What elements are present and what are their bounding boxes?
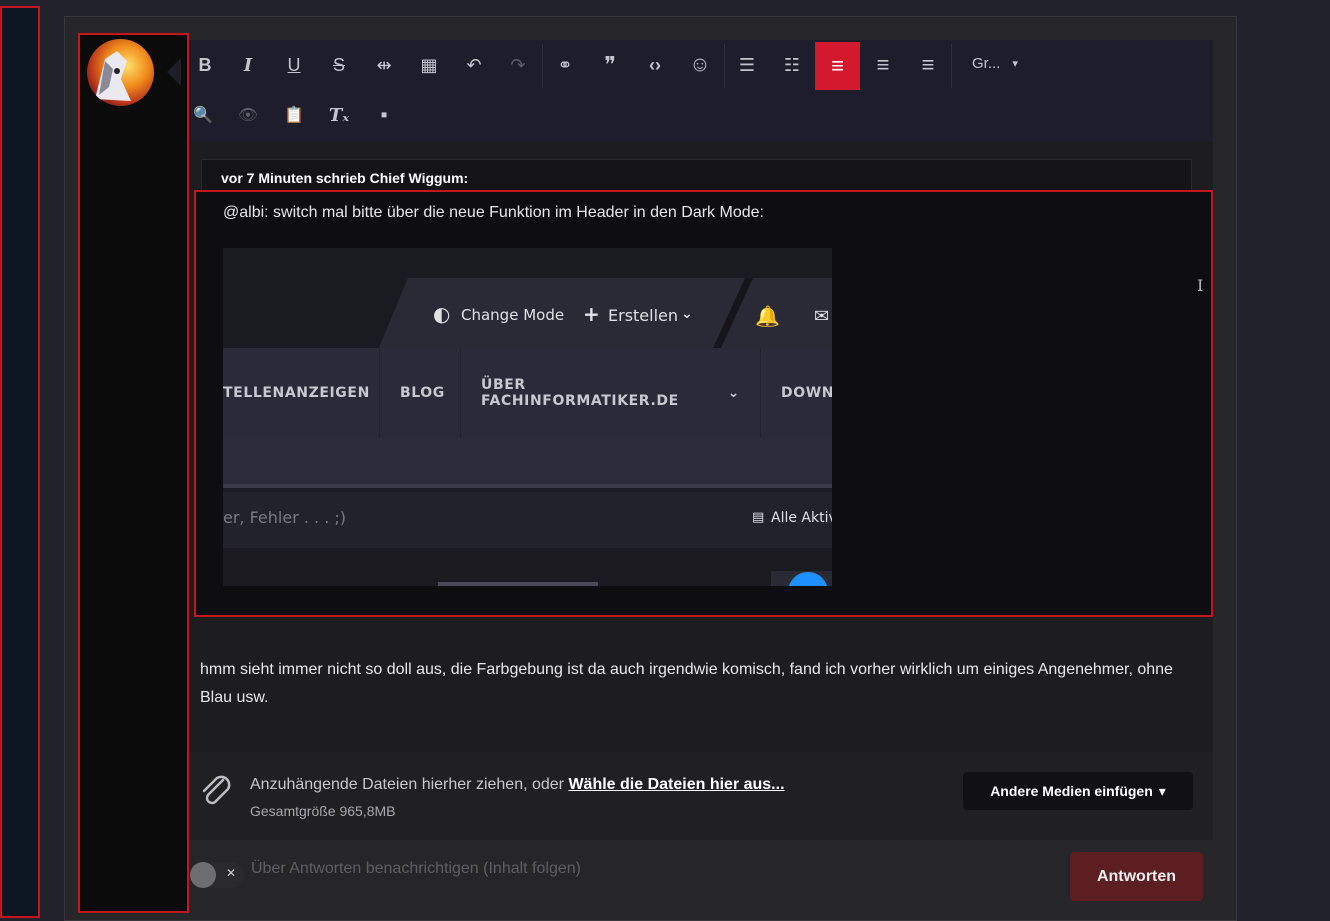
emoji-button[interactable]: ☺ <box>683 48 717 82</box>
change-mode-label: Change Mode <box>461 306 565 324</box>
left-sidebar-strip <box>0 6 40 918</box>
mail-icon: ✉ <box>814 306 830 327</box>
all-activity-label: Alle Aktiv <box>771 510 832 526</box>
nav-item-downloads: DOWN <box>781 385 832 401</box>
create-label: Erstellen <box>608 306 679 325</box>
screenshot-search-placeholder: er, Fehler . . . ;) <box>223 508 347 527</box>
align-right-button[interactable]: ≡ <box>911 48 945 82</box>
author-column <box>78 33 189 913</box>
preview-button[interactable]: 🔍 <box>186 98 220 132</box>
toolbar-separator <box>724 44 725 88</box>
code-button[interactable]: ‹› <box>638 48 672 82</box>
chevron-down-icon: ⌄ <box>681 306 693 322</box>
quote-text: @albi: switch mal bitte über die neue Fu… <box>223 204 764 221</box>
undo-button[interactable]: ↶ <box>457 48 491 82</box>
screenshot-subnav <box>223 438 832 488</box>
insert-media-label: Andere Medien einfügen <box>990 783 1153 799</box>
toolbar-separator <box>951 44 952 88</box>
align-left-button[interactable]: ≡ <box>815 42 860 90</box>
nav-item-job-ads: TELLENANZEIGEN <box>223 348 380 438</box>
screenshot-header-shape <box>223 278 832 348</box>
screenshot-tab-indicator <box>438 582 598 586</box>
toolbar-separator <box>542 44 543 88</box>
submit-reply-button[interactable]: Antworten <box>1070 852 1203 901</box>
avatar[interactable] <box>87 39 154 106</box>
notify-label: Über Antworten benachrichtigen (Inhalt f… <box>251 860 581 877</box>
activity-icon: ▤ <box>752 510 765 525</box>
numbered-list-button[interactable]: ☷ <box>775 48 809 82</box>
caret-down-icon: ▾ <box>1158 782 1166 799</box>
contrast-icon: ◐ <box>433 302 451 326</box>
font-size-label: Gr... <box>972 54 1001 72</box>
reply-text[interactable]: hmm sieht immer nicht so doll aus, die F… <box>200 656 1190 712</box>
attachment-prompt: Anzuhängende Dateien hierher ziehen, ode… <box>250 776 785 794</box>
bell-icon: 🔔 <box>755 304 780 328</box>
underline-button[interactable]: U <box>277 48 311 82</box>
clear-format-button[interactable]: Tₓ <box>322 98 356 132</box>
embedded-screenshot: ◐ Change Mode + Erstellen ⌄ 🔔 ✉ TELLENAN… <box>223 248 832 586</box>
plus-icon: + <box>583 302 600 326</box>
attachment-total-size: Gesamtgröße 965,8MB <box>250 803 396 819</box>
redo-button[interactable]: ↷ <box>501 48 535 82</box>
avatar-pointer <box>167 58 181 86</box>
nav-item-blog: BLOG <box>380 348 461 438</box>
source-button[interactable]: ▪ <box>367 98 401 132</box>
bullet-list-button[interactable]: ☰ <box>730 48 764 82</box>
screenshot-footer <box>223 548 832 586</box>
strikethrough-button[interactable]: S <box>322 48 356 82</box>
quote-author-line: vor 7 Minuten schrieb Chief Wiggum: <box>221 170 469 186</box>
italic-button[interactable]: I <box>231 48 265 82</box>
view-button[interactable]: 👁 <box>231 98 265 132</box>
paperclip-icon <box>199 772 233 813</box>
chevron-down-icon: ▾ <box>1012 57 1018 70</box>
paste-button[interactable]: 📋 <box>277 98 311 132</box>
font-size-dropdown[interactable]: Gr... ▾ <box>960 50 1040 76</box>
spoiler-button[interactable]: ⇹ <box>367 48 401 82</box>
chevron-down-icon: ⌄ <box>727 385 740 401</box>
insert-media-button[interactable]: Andere Medien einfügen ▾ <box>963 772 1193 810</box>
choose-files-link[interactable]: Wähle die Dateien hier aus... <box>568 776 784 793</box>
bold-button[interactable]: B <box>188 48 222 82</box>
attachment-prompt-text: Anzuhängende Dateien hierher ziehen, ode… <box>250 776 569 793</box>
text-cursor-icon: I <box>1197 276 1204 295</box>
toggle-knob <box>190 862 216 888</box>
quote-button[interactable]: ❞ <box>593 48 627 82</box>
nav-item-about: ÜBER FACHINFORMATIKER.DE ⌄ <box>461 348 761 438</box>
link-button[interactable]: ⚭ <box>548 48 582 82</box>
nav-item-about-label: ÜBER FACHINFORMATIKER.DE <box>481 377 679 409</box>
close-icon: ✕ <box>226 866 237 880</box>
align-center-button[interactable]: ≡ <box>866 48 900 82</box>
table-button[interactable]: ▦ <box>412 48 446 82</box>
